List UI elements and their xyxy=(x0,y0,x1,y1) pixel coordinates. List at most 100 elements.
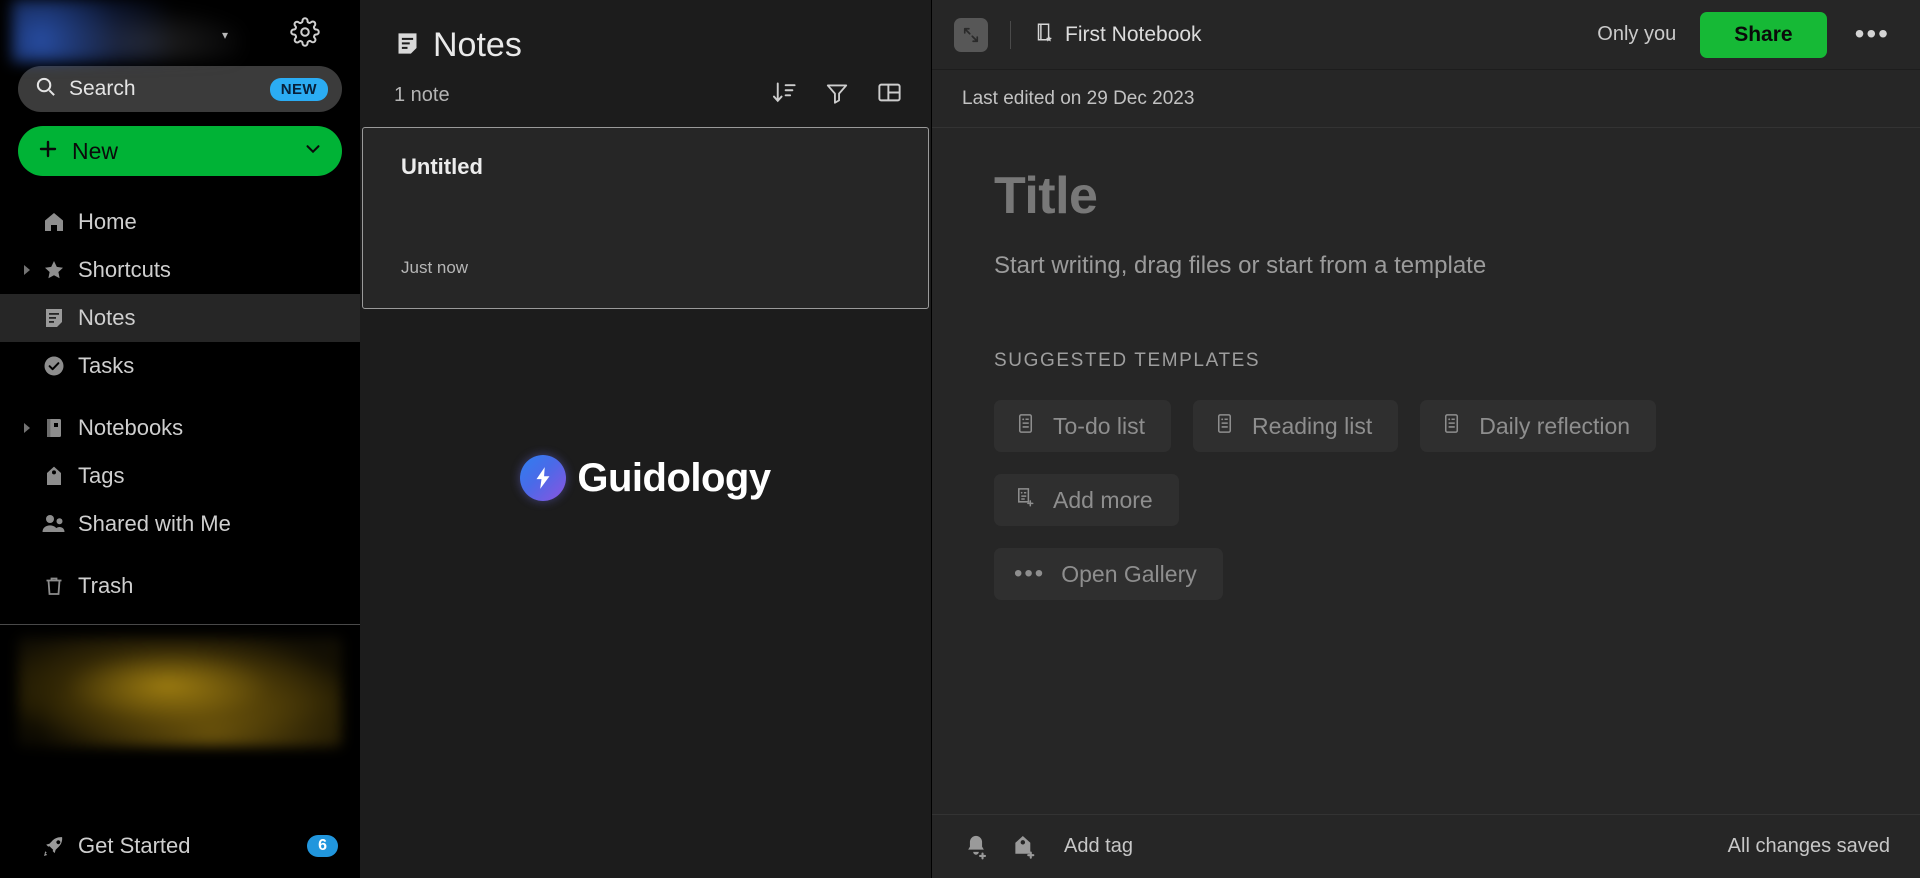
note-title: Untitled xyxy=(401,154,483,179)
filter-icon[interactable] xyxy=(824,80,850,111)
chevron-right-icon[interactable] xyxy=(18,422,36,434)
sidebar-divider xyxy=(0,624,360,625)
page-title: Notes xyxy=(433,26,522,64)
open-gallery-button[interactable]: ••• Open Gallery xyxy=(994,548,1223,600)
template-row: Add more xyxy=(994,474,1920,526)
sidebar-item-notes[interactable]: Notes xyxy=(0,294,360,342)
note-body-placeholder[interactable]: Start writing, drag files or start from … xyxy=(994,252,1920,280)
share-button[interactable]: Share xyxy=(1700,11,1827,58)
template-doc-icon xyxy=(1440,412,1463,440)
note-list-subheader: 1 note xyxy=(360,65,931,111)
sidebar-item-label: Tags xyxy=(78,463,125,488)
get-started-badge: 6 xyxy=(307,835,338,857)
note-list-toolbar xyxy=(771,79,903,111)
sidebar-item-trash[interactable]: Trash xyxy=(0,562,360,610)
header-divider xyxy=(1010,20,1011,49)
chevron-right-icon[interactable] xyxy=(18,264,36,276)
template-doc-icon xyxy=(1014,412,1037,440)
ellipsis-icon: ••• xyxy=(1014,560,1046,587)
plus-icon xyxy=(36,137,60,166)
check-circle-icon xyxy=(36,354,72,378)
notebook-star-icon xyxy=(1033,21,1055,48)
template-chip-todo-list[interactable]: To-do list xyxy=(994,400,1172,452)
guidology-logo-icon xyxy=(520,455,567,501)
app-window: ▾ Search NEW New Home Shortcuts Notes Ta… xyxy=(0,0,1920,878)
note-icon xyxy=(394,30,421,62)
people-icon xyxy=(36,512,72,536)
template-chip-label: To-do list xyxy=(1053,412,1146,439)
sidebar-item-label: Shared with Me xyxy=(78,511,231,536)
bell-plus-icon[interactable] xyxy=(962,833,990,861)
add-tag-button[interactable]: Add tag xyxy=(1064,835,1133,858)
note-title-input[interactable]: Title xyxy=(994,166,1920,226)
trash-icon xyxy=(36,574,72,598)
sort-icon[interactable] xyxy=(771,79,798,111)
sidebar-item-label: Trash xyxy=(78,573,134,598)
gear-icon[interactable] xyxy=(290,17,320,47)
note-list-panel: Notes 1 note Untitled Just now Guidology xyxy=(360,0,932,878)
editor-footer: Add tag All changes saved xyxy=(932,814,1920,878)
suggested-templates-heading: SUGGESTED TEMPLATES xyxy=(994,350,1261,371)
ellipsis-icon[interactable]: ••• xyxy=(1851,20,1894,48)
template-chip-reading-list[interactable]: Reading list xyxy=(1193,400,1399,452)
get-started-button[interactable]: Get Started 6 xyxy=(0,814,360,878)
doc-plus-icon xyxy=(1014,486,1037,514)
editor-meta-bar: Last edited on 29 Dec 2023 xyxy=(932,70,1920,128)
sidebar-item-shared-with-me[interactable]: Shared with Me xyxy=(0,500,360,548)
guidology-wordmark: Guidology xyxy=(577,455,771,500)
sidebar-item-tags[interactable]: Tags xyxy=(0,452,360,500)
star-icon xyxy=(36,258,72,282)
template-chip-daily-reflection[interactable]: Daily reflection xyxy=(1420,400,1657,452)
guidology-watermark: Guidology xyxy=(360,455,931,501)
last-edited-label: Last edited on 29 Dec 2023 xyxy=(962,87,1195,109)
account-row[interactable]: ▾ xyxy=(0,0,360,62)
sidebar-item-label: Home xyxy=(78,209,137,234)
nav-group-gap xyxy=(0,390,360,404)
chevron-down-icon[interactable] xyxy=(302,138,324,165)
get-started-label: Get Started xyxy=(78,833,191,858)
save-status: All changes saved xyxy=(1727,835,1890,857)
editor-header-actions: Only you Share ••• xyxy=(1597,11,1894,58)
template-chip-label: Open Gallery xyxy=(1061,560,1197,587)
new-button[interactable]: New xyxy=(18,126,342,176)
note-timestamp: Just now xyxy=(401,258,469,277)
sidebar-item-notebooks[interactable]: Notebooks xyxy=(0,404,360,452)
template-chip-label: Reading list xyxy=(1252,412,1373,439)
sidebar-item-label: Notebooks xyxy=(78,415,184,440)
home-icon xyxy=(36,210,72,234)
sidebar-nav: Home Shortcuts Notes Tasks Notebooks Tag… xyxy=(0,198,360,610)
template-chip-label: Add more xyxy=(1053,486,1153,513)
search-icon xyxy=(34,75,57,103)
notebook-breadcrumb[interactable]: First Notebook xyxy=(1033,21,1202,48)
tag-plus-icon[interactable] xyxy=(1010,833,1038,861)
template-row: ••• Open Gallery xyxy=(994,548,1920,600)
search-new-badge: NEW xyxy=(269,77,328,101)
sidebar-item-tasks[interactable]: Tasks xyxy=(0,342,360,390)
account-avatar-blurred xyxy=(12,0,242,62)
editor-header: First Notebook Only you Share ••• xyxy=(932,0,1920,70)
notebook-name: First Notebook xyxy=(1065,22,1202,46)
template-chip-label: Daily reflection xyxy=(1479,412,1631,439)
nav-group-gap xyxy=(0,548,360,562)
visibility-label[interactable]: Only you xyxy=(1597,23,1676,46)
note-list-header: Notes xyxy=(360,0,931,65)
sidebar-item-home[interactable]: Home xyxy=(0,198,360,246)
template-row: To-do list Reading list Daily reflection xyxy=(994,400,1920,452)
note-count: 1 note xyxy=(394,83,450,106)
template-chip-add-more[interactable]: Add more xyxy=(994,474,1179,526)
note-list-item[interactable]: Untitled Just now xyxy=(362,127,929,309)
sidebar: ▾ Search NEW New Home Shortcuts Notes Ta… xyxy=(0,0,360,878)
suggested-templates: To-do list Reading list Daily reflection… xyxy=(994,400,1920,600)
sidebar-item-label: Notes xyxy=(78,305,136,330)
template-doc-icon xyxy=(1213,412,1236,440)
view-layout-icon[interactable] xyxy=(876,79,903,111)
search-input[interactable]: Search NEW xyxy=(18,66,342,112)
expand-icon[interactable] xyxy=(954,17,988,52)
account-chevron-icon: ▾ xyxy=(222,28,229,42)
search-placeholder: Search xyxy=(69,77,136,100)
editor-body[interactable]: Title Start writing, drag files or start… xyxy=(932,128,1920,814)
sidebar-item-shortcuts[interactable]: Shortcuts xyxy=(0,246,360,294)
editor-panel: First Notebook Only you Share ••• Last e… xyxy=(932,0,1920,878)
promo-banner-blurred[interactable] xyxy=(18,637,342,747)
new-button-label: New xyxy=(72,137,119,164)
